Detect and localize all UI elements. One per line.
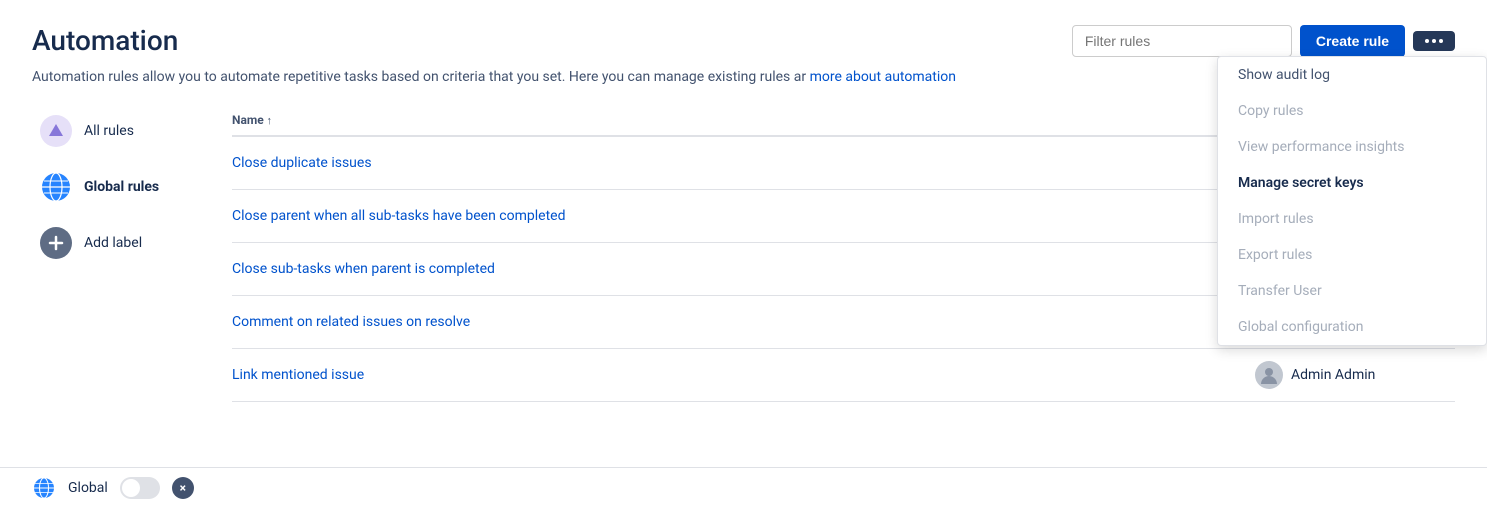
- dropdown-item-show-audit-log[interactable]: Show audit log: [1218, 57, 1486, 93]
- all-rules-icon: [40, 115, 72, 147]
- dot-2: [1432, 39, 1436, 43]
- header-actions: Create rule: [1072, 25, 1455, 57]
- dropdown-menu: Show audit log Copy rules View performan…: [1217, 56, 1487, 346]
- sidebar-item-add-label[interactable]: Add label: [32, 217, 216, 269]
- dropdown-item-copy-rules: Copy rules: [1218, 93, 1486, 129]
- dot-1: [1425, 39, 1429, 43]
- toggle-knob: [122, 479, 140, 497]
- filter-input[interactable]: [1072, 25, 1292, 57]
- sidebar-item-all-rules[interactable]: All rules: [32, 105, 216, 157]
- sidebar: All rules Global rules: [32, 105, 232, 402]
- table-row: Link mentioned issue Admin Admin: [232, 349, 1455, 402]
- rule-link-link-mentioned[interactable]: Link mentioned issue: [232, 367, 1255, 383]
- more-options-button[interactable]: [1413, 31, 1455, 51]
- toggle-container[interactable]: [120, 477, 160, 499]
- more-about-automation-link[interactable]: more about automation: [810, 69, 956, 85]
- page-description: Automation rules allow you to automate r…: [32, 69, 1182, 85]
- toggle-switch[interactable]: [120, 477, 160, 499]
- col-header-name[interactable]: Name: [232, 113, 1255, 127]
- sidebar-item-add-label-label: Add label: [84, 235, 142, 251]
- create-rule-button[interactable]: Create rule: [1300, 25, 1405, 57]
- owner-name: Admin Admin: [1291, 367, 1375, 383]
- rule-link-comment-related[interactable]: Comment on related issues on resolve: [232, 314, 1255, 330]
- page-title: Automation: [32, 24, 178, 57]
- dropdown-item-view-performance-insights: View performance insights: [1218, 129, 1486, 165]
- dropdown-item-transfer-user: Transfer User: [1218, 273, 1486, 309]
- rule-link-close-subtasks[interactable]: Close sub-tasks when parent is completed: [232, 261, 1255, 277]
- close-bottom-bar-button[interactable]: ×: [172, 477, 194, 499]
- sidebar-item-all-rules-label: All rules: [84, 123, 134, 139]
- add-label-icon: [40, 227, 72, 259]
- dropdown-item-global-configuration: Global configuration: [1218, 309, 1486, 345]
- header-row: Automation Create rule: [32, 24, 1455, 57]
- dropdown-item-export-rules: Export rules: [1218, 237, 1486, 273]
- sidebar-item-global-rules-label: Global rules: [84, 179, 159, 195]
- dropdown-item-import-rules: Import rules: [1218, 201, 1486, 237]
- bottom-bar: Global ×: [0, 467, 1487, 508]
- dropdown-item-manage-secret-keys[interactable]: Manage secret keys: [1218, 165, 1486, 201]
- rule-link-close-duplicate[interactable]: Close duplicate issues: [232, 155, 1255, 171]
- rule-link-close-parent[interactable]: Close parent when all sub-tasks have bee…: [232, 208, 1255, 224]
- sidebar-item-global-rules[interactable]: Global rules: [32, 161, 216, 213]
- page-container: Automation Create rule Automation rules …: [0, 0, 1487, 508]
- dot-3: [1439, 39, 1443, 43]
- owner-cell: Admin Admin: [1255, 361, 1455, 389]
- bottom-globe-icon: [32, 476, 56, 500]
- avatar: [1255, 361, 1283, 389]
- global-rules-icon: [40, 171, 72, 203]
- bottom-label: Global: [68, 480, 108, 496]
